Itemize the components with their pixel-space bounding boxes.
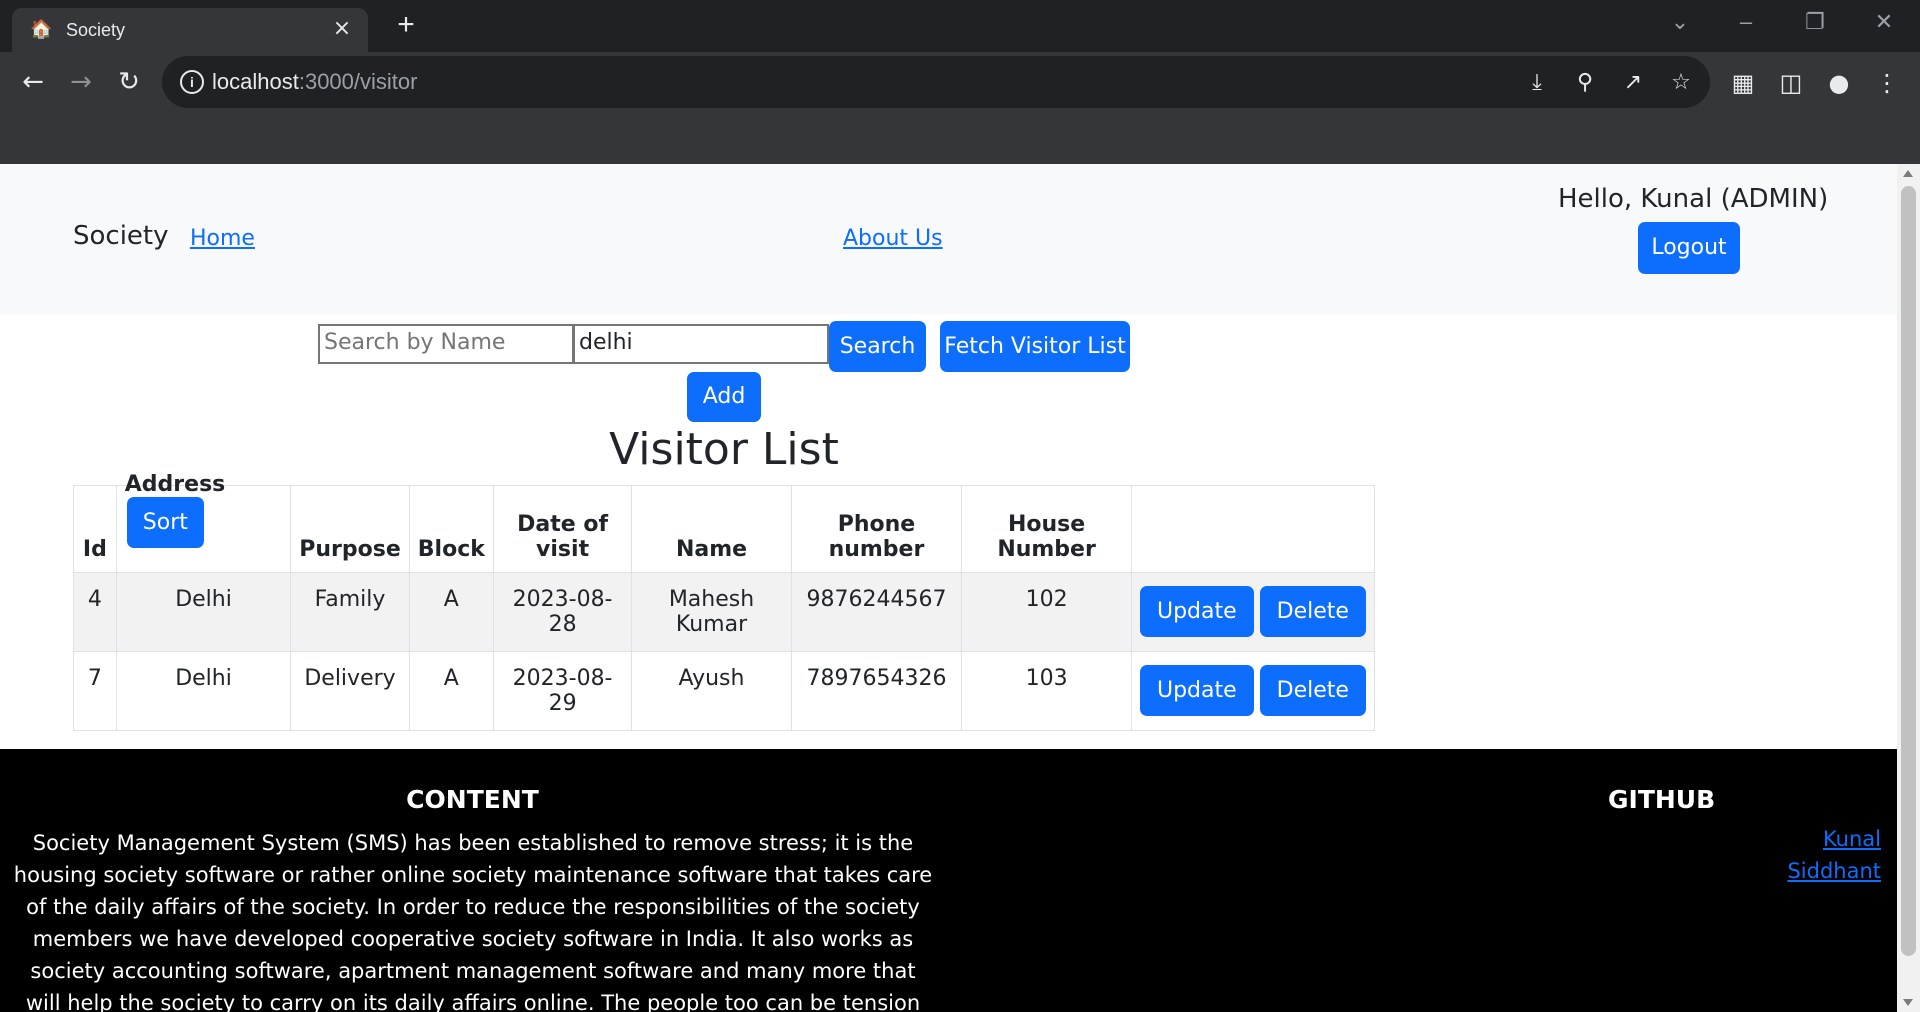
add-visitor-button[interactable]: Add: [687, 372, 761, 422]
address-bar[interactable]: i localhost:3000/visitor ⤓ ⚲ ↗ ☆: [162, 56, 1710, 108]
col-header-block: Block: [408, 485, 494, 573]
restore-icon[interactable]: ❐: [1797, 8, 1833, 36]
cell-name: Ayush: [631, 651, 792, 731]
col-header-address-label: Address: [124, 472, 226, 497]
visitor-table: Id AddressSort Purpose Block Date of vis…: [73, 472, 1376, 731]
table-row: 4 Delhi Family A 2023-08-28 Mahesh Kumar…: [73, 572, 1376, 652]
footer-content-text: Society Management System (SMS) has been…: [13, 831, 933, 1012]
page-title: Visitor List: [609, 424, 839, 475]
cell-purpose: Family: [290, 572, 410, 652]
col-header-id: Id: [73, 485, 117, 573]
user-greeting: Hello, Kunal (ADMIN): [1558, 184, 1829, 214]
tab-search-chevron-icon[interactable]: ⌄: [1662, 8, 1698, 36]
navbar: Society Home About Us Hello, Kunal (ADMI…: [0, 164, 1897, 314]
browser-toolbar: ← → ↻ i localhost:3000/visitor ⤓ ⚲ ↗ ☆ ▦…: [0, 52, 1920, 112]
cell-phone: 9876244567: [790, 572, 963, 652]
cell-name: Mahesh Kumar: [631, 572, 792, 652]
update-button[interactable]: Update: [1139, 586, 1254, 637]
reload-icon[interactable]: ↻: [111, 64, 147, 100]
search-address-input[interactable]: delhi: [573, 324, 829, 364]
cell-date: 2023-08-28: [492, 572, 633, 652]
cell-block: A: [408, 572, 494, 652]
cell-id: 7: [73, 651, 117, 731]
share-icon[interactable]: ↗: [1618, 68, 1648, 98]
cell-date: 2023-08-29: [492, 651, 633, 731]
col-header-house: House Number: [961, 485, 1132, 573]
update-button[interactable]: Update: [1139, 665, 1254, 716]
github-link-siddhant[interactable]: Siddhant: [1787, 859, 1881, 883]
navbar-brand[interactable]: Society: [73, 221, 169, 251]
minimize-icon[interactable]: –: [1728, 8, 1764, 36]
nav-link-about[interactable]: About Us: [843, 226, 943, 251]
col-header-phone: Phone number: [790, 485, 963, 573]
scrollbar-thumb[interactable]: [1901, 186, 1916, 956]
table-header-row: Id AddressSort Purpose Block Date of vis…: [73, 472, 1376, 573]
footer: CONTENT Society Management System (SMS) …: [0, 749, 1897, 1012]
zoom-out-icon[interactable]: ⚲: [1570, 68, 1600, 98]
tab-strip: 🏠 Society × + ⌄ – ❐ ✕: [0, 0, 1920, 52]
delete-button[interactable]: Delete: [1259, 665, 1366, 716]
cell-block: A: [408, 651, 494, 731]
fetch-visitor-list-button[interactable]: Fetch Visitor List: [940, 321, 1130, 372]
footer-github-title: GITHUB: [1608, 785, 1716, 814]
col-header-purpose: Purpose: [290, 485, 410, 573]
cell-house: 103: [961, 651, 1132, 731]
install-app-icon[interactable]: ⤓: [1522, 68, 1552, 98]
forward-icon[interactable]: →: [63, 64, 99, 100]
scroll-up-icon[interactable]: [1903, 170, 1913, 177]
tab-title: Society: [66, 20, 126, 40]
profile-icon[interactable]: ●: [1824, 68, 1854, 98]
col-header-address: AddressSort: [115, 472, 292, 573]
cell-purpose: Delivery: [290, 651, 410, 731]
table-row: 7 Delhi Delivery A 2023-08-29 Ayush 7897…: [73, 651, 1376, 731]
nav-link-home[interactable]: Home: [190, 226, 255, 251]
site-info-icon[interactable]: i: [180, 70, 204, 94]
cell-actions: Update Delete: [1130, 572, 1376, 652]
house-favicon-icon: 🏠: [30, 19, 53, 40]
search-button[interactable]: Search: [829, 321, 926, 372]
cell-address: Delhi: [115, 572, 292, 652]
cell-house: 102: [961, 572, 1132, 652]
cell-id: 4: [73, 572, 117, 652]
extensions-icon[interactable]: ▦: [1728, 68, 1758, 98]
page-viewport: Society Home About Us Hello, Kunal (ADMI…: [0, 164, 1897, 1012]
search-name-input[interactable]: Search by Name: [318, 324, 574, 364]
browser-chrome: 🏠 Society × + ⌄ – ❐ ✕ ← → ↻ i localhost:…: [0, 0, 1920, 164]
col-header-name: Name: [631, 485, 792, 573]
github-link-kunal[interactable]: Kunal: [1823, 827, 1881, 851]
sort-button[interactable]: Sort: [126, 497, 204, 548]
col-header-actions: [1130, 485, 1376, 573]
footer-content-title: CONTENT: [406, 785, 539, 814]
logout-button[interactable]: Logout: [1638, 222, 1740, 274]
delete-button[interactable]: Delete: [1259, 586, 1366, 637]
browser-tab[interactable]: 🏠 Society ×: [12, 8, 368, 52]
bookmark-star-icon[interactable]: ☆: [1666, 68, 1696, 98]
side-panel-icon[interactable]: ◫: [1776, 68, 1806, 98]
cell-phone: 7897654326: [790, 651, 963, 731]
url-text: localhost:3000/visitor: [212, 69, 418, 94]
new-tab-icon[interactable]: +: [390, 10, 422, 42]
page-scrollbar[interactable]: [1897, 164, 1920, 1012]
menu-icon[interactable]: ⋮: [1872, 68, 1902, 98]
cell-actions: Update Delete: [1130, 651, 1376, 731]
cell-address: Delhi: [115, 651, 292, 731]
scroll-down-icon[interactable]: [1903, 999, 1913, 1006]
col-header-date: Date of visit: [492, 485, 633, 573]
close-tab-icon[interactable]: ×: [330, 17, 354, 41]
back-icon[interactable]: ←: [15, 64, 51, 100]
close-window-icon[interactable]: ✕: [1866, 8, 1902, 36]
